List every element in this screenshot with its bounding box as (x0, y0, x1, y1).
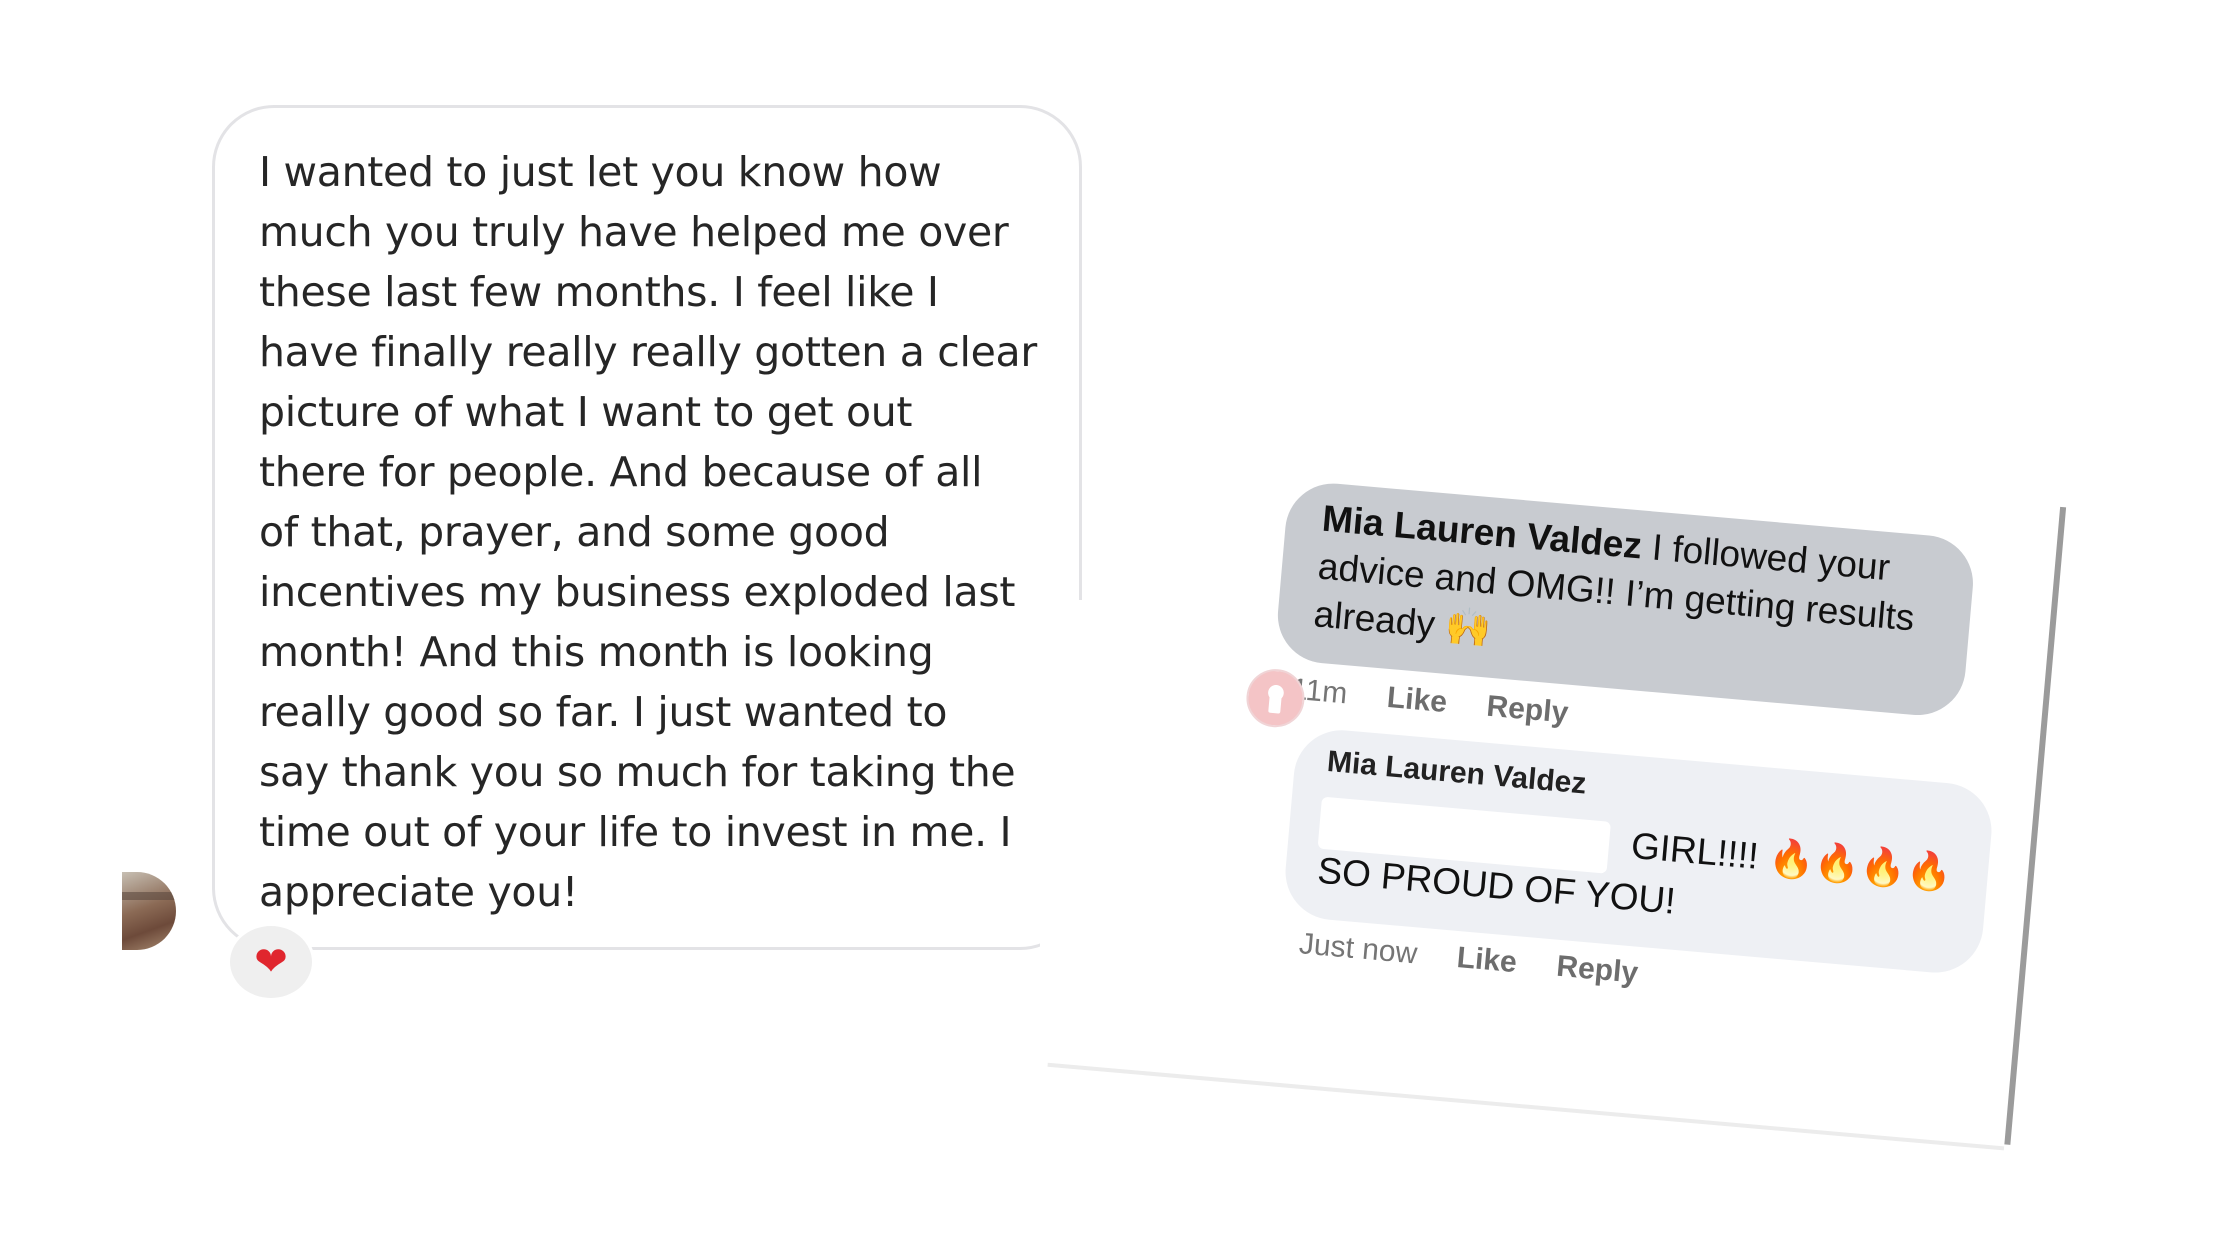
like-button[interactable]: Like (1386, 681, 1449, 720)
dm-message-text: I wanted to just let you know how much y… (259, 148, 1037, 916)
dm-message-bubble: I wanted to just let you know how much y… (212, 105, 1082, 950)
screenshot-edge (2004, 506, 2067, 1145)
reply-button[interactable]: Reply (1555, 950, 1639, 991)
reply-button[interactable]: Reply (1485, 690, 1569, 731)
dm-screenshot: I wanted to just let you know how much y… (0, 0, 1120, 1100)
comment-1-actions: 11m Like Reply (1290, 673, 1570, 731)
sender-avatar[interactable] (122, 872, 176, 950)
avatar-figure (1268, 686, 1283, 714)
avatar-photo-detail (122, 892, 176, 900)
crop-mask (1040, 600, 1100, 960)
comment-text-pre: GIRL!!!! (1629, 824, 1761, 877)
heart-icon: ❤ (254, 940, 288, 984)
redacted-area (1240, 415, 1574, 501)
fb-comments-screenshot: Mia Lauren Valdez I followed your advice… (1047, 415, 2067, 1151)
fire-icon: 🔥🔥🔥🔥 (1766, 835, 1954, 895)
like-button[interactable]: Like (1455, 941, 1519, 980)
comment-time: Just now (1297, 927, 1419, 971)
screenshot-edge-bottom (1047, 1062, 2005, 1151)
raised-hands-icon: 🙌 (1443, 603, 1493, 651)
heart-reaction-icon[interactable]: ❤ (227, 923, 315, 1001)
